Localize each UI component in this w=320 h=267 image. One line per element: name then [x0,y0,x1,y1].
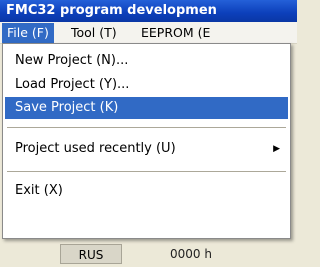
rus-value: 0000 h [170,247,212,261]
recent-projects-label: Project used recently (U) [15,141,176,156]
menu-tool[interactable]: Tool (T) [66,23,122,43]
window-title-bar: FMC32 program developmen [0,0,297,22]
menu-separator [7,171,286,172]
menu-separator [7,127,286,128]
rus-label: RUS [60,244,122,264]
menu-eeprom[interactable]: EEPROM (E [136,23,215,43]
menu-item-save-project[interactable]: Save Project (K) [5,97,288,119]
window-title: FMC32 program developmen [6,3,217,18]
submenu-arrow-icon: ▶ [273,144,280,154]
menu-item-exit[interactable]: Exit (X) [5,180,288,202]
menu-file[interactable]: File (F) [2,23,54,43]
menu-item-new-project[interactable]: New Project (N)... [5,50,288,72]
menu-item-load-project[interactable]: Load Project (Y)... [5,74,288,96]
menu-item-recent-projects[interactable]: Project used recently (U) ▶ [5,138,288,160]
file-dropdown-menu: New Project (N)... Load Project (Y)... S… [2,43,291,239]
menu-bar: File (F) Tool (T) EEPROM (E [0,22,297,44]
background-panel [0,236,297,267]
